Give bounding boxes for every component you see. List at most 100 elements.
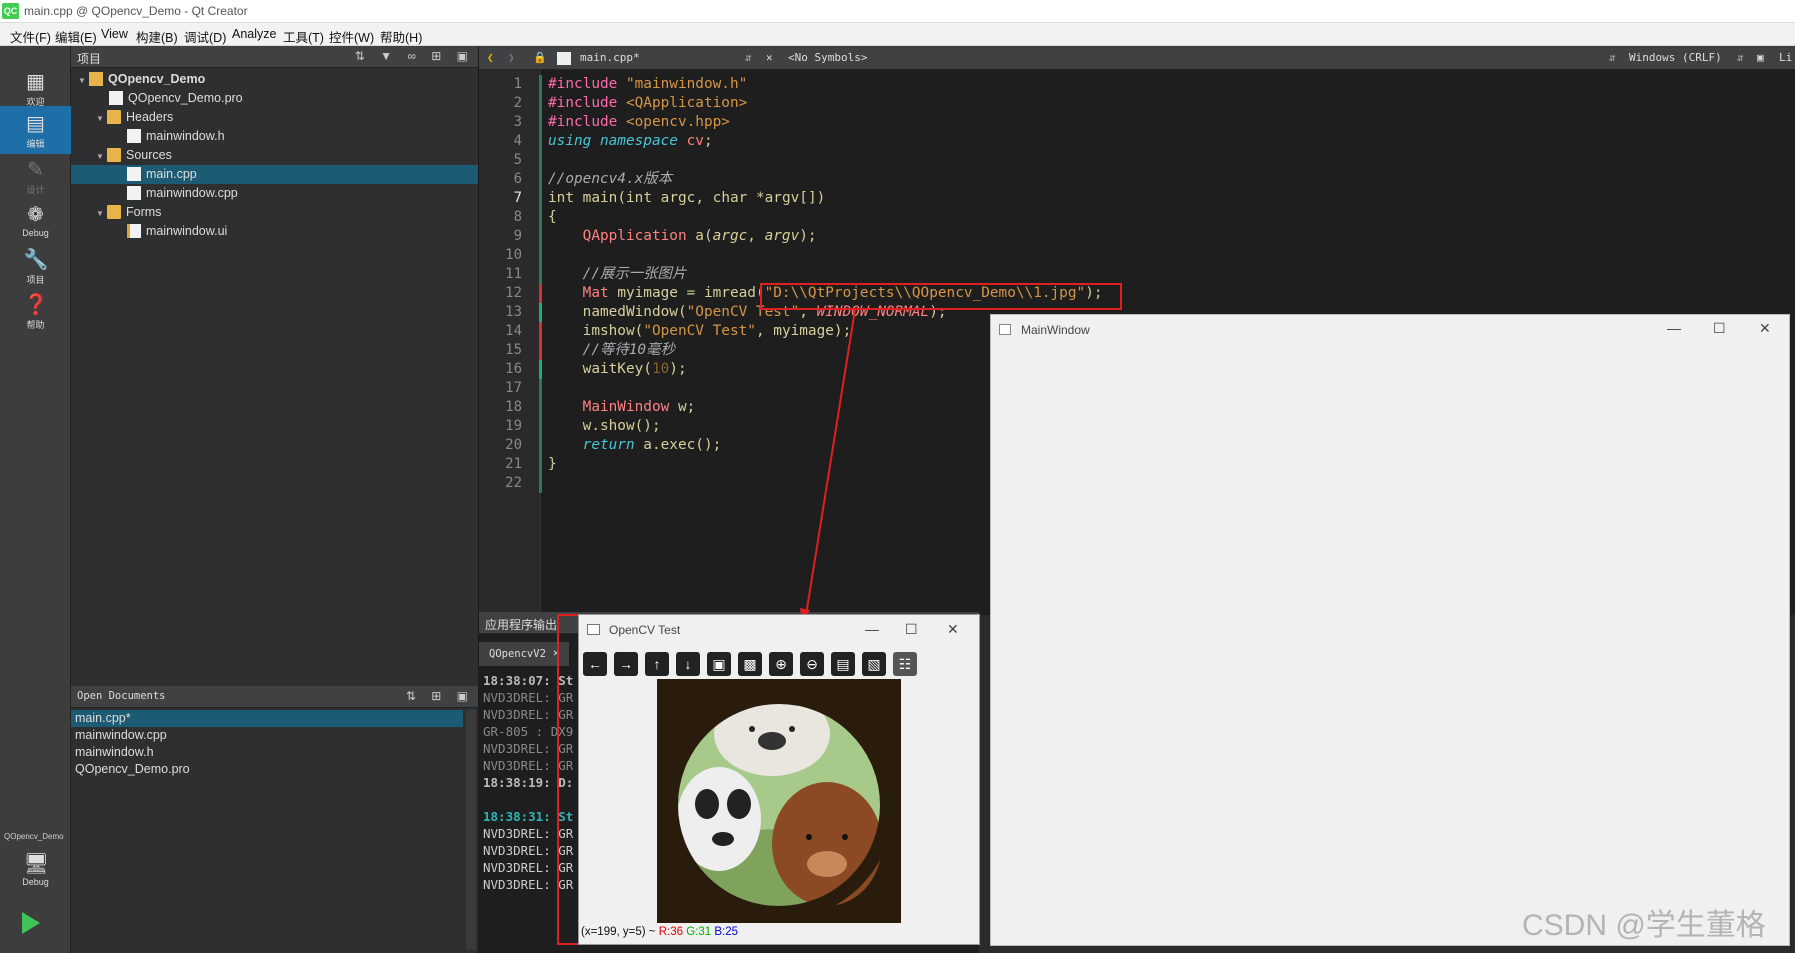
change-marker <box>539 170 542 189</box>
wrench-icon: 🔧 <box>23 249 49 271</box>
qt-creator-logo-icon: QC <box>2 3 19 19</box>
close-file-icon[interactable]: ✕ <box>766 51 773 64</box>
code-line-9: QApplication a(argc, argv); <box>582 228 817 244</box>
forward-icon[interactable]: ❯ <box>508 51 515 64</box>
menu-analyze[interactable]: Analyze <box>232 27 276 41</box>
menu-tools[interactable]: 工具(T) <box>283 27 324 46</box>
line-info: Li <box>1779 51 1793 64</box>
pro-file-icon <box>109 91 123 105</box>
tree-headers-folder[interactable]: ▼ Headers <box>93 108 173 127</box>
pan-up-icon[interactable]: ↑ <box>645 652 669 676</box>
line-number: 10 <box>505 247 522 263</box>
tree-file-main-cpp[interactable]: main.cpp <box>71 165 478 184</box>
pan-left-icon[interactable]: ← <box>583 652 607 676</box>
open-doc-mainwindow-cpp[interactable]: mainwindow.cpp <box>75 727 167 744</box>
tree-file-mainwindow-cpp[interactable]: mainwindow.cpp <box>127 184 238 203</box>
image-icon[interactable]: ▣ <box>707 652 731 676</box>
split-icon[interactable]: ⇅ ⊞ ▣ <box>406 689 474 703</box>
change-marker <box>539 455 542 474</box>
minimize-icon[interactable]: — <box>865 621 879 637</box>
window-icon <box>587 624 600 635</box>
save-icon[interactable]: ▤ <box>831 652 855 676</box>
displayed-image[interactable] <box>657 679 901 923</box>
kit-selector[interactable]: 🖥 Debug <box>0 846 71 896</box>
maximize-icon[interactable]: ☐ <box>1713 320 1726 337</box>
bug-icon: ❁ <box>27 204 44 226</box>
line-number: 11 <box>505 266 522 282</box>
change-marker <box>539 132 542 151</box>
change-marker <box>539 436 542 455</box>
change-marker <box>539 284 542 303</box>
line-number: 22 <box>505 475 522 491</box>
menu-debug[interactable]: 调试(D) <box>184 27 226 46</box>
image-copy-icon[interactable]: ▩ <box>738 652 762 676</box>
menu-help[interactable]: 帮助(H) <box>380 27 422 46</box>
tree-pro-file[interactable]: QOpencv_Demo.pro <box>109 89 243 108</box>
mode-welcome[interactable]: ▦ 欢迎 <box>0 64 71 112</box>
window-title: main.cpp @ QOpencv_Demo - Qt Creator <box>24 4 248 18</box>
pan-down-icon[interactable]: ↓ <box>676 652 700 676</box>
split-editor-icon[interactable]: ▣ <box>1757 51 1764 64</box>
filter-icon[interactable]: ⇅ ▼ ∞ ⊞ ▣ <box>355 49 474 63</box>
mode-design[interactable]: ✎ 设计 <box>0 152 71 200</box>
line-number: 18 <box>505 399 522 415</box>
file-icon <box>127 129 141 143</box>
pan-right-icon[interactable]: → <box>614 652 638 676</box>
change-marker <box>539 360 542 379</box>
maximize-icon[interactable]: ☐ <box>905 621 918 638</box>
mode-help[interactable]: ❓ 帮助 <box>0 287 71 335</box>
main-window[interactable]: MainWindow — ☐ ✕ <box>990 314 1790 946</box>
line-ending-combo[interactable]: Windows (CRLF) <box>1629 51 1722 64</box>
edit-icon: ▤ <box>26 113 45 135</box>
menu-file[interactable]: 文件(F) <box>10 27 51 46</box>
open-doc-pro[interactable]: QOpencv_Demo.pro <box>75 761 190 778</box>
symbols-combo[interactable]: <No Symbols> <box>788 51 867 64</box>
projects-panel: 项目 ⇅ ▼ ∞ ⊞ ▣ ▼ QOpencv_Demo QOpencv_Demo.… <box>71 46 479 686</box>
menu-controls[interactable]: 控件(W) <box>329 27 374 46</box>
back-icon[interactable]: ❮ <box>487 51 494 64</box>
open-doc-main-cpp[interactable]: main.cpp* <box>71 710 463 727</box>
tree-forms-folder[interactable]: ▼ Forms <box>93 203 161 222</box>
combo-arrow-icon: ⇵ <box>1737 51 1744 64</box>
change-marker <box>539 75 542 94</box>
pixel-b-value: B:25 <box>714 926 738 938</box>
change-marker <box>539 94 542 113</box>
opencv-window[interactable]: OpenCV Test — ☐ ✕ ← → ↑ ↓ ▣ ▩ ⊕ ⊖ ▤ ▧ ☷ <box>578 614 980 945</box>
change-marker <box>539 379 542 398</box>
tree-file-mainwindow-ui[interactable]: mainwindow.ui <box>127 222 227 241</box>
close-icon[interactable]: ✕ <box>947 621 959 638</box>
opencv-status-bar: (x=199, y=5) ~ R:36 G:31 B:25 <box>581 926 738 938</box>
minimize-icon[interactable]: — <box>1667 320 1681 336</box>
properties-icon[interactable]: ☷ <box>893 652 917 676</box>
tree-file-mainwindow-h[interactable]: mainwindow.h <box>127 127 225 146</box>
change-marker <box>539 265 542 284</box>
code-line-6: //opencv4.x版本 <box>548 171 673 187</box>
mode-projects[interactable]: 🔧 项目 <box>0 242 71 290</box>
run-icon[interactable] <box>22 912 40 934</box>
close-icon[interactable]: ✕ <box>1759 320 1771 337</box>
line-number: 6 <box>513 171 522 187</box>
code-line-21: } <box>548 456 557 472</box>
menu-view[interactable]: View <box>101 27 128 41</box>
line-number: 19 <box>505 418 522 434</box>
combo-arrow-icon: ⇵ <box>1609 51 1616 64</box>
mode-edit[interactable]: ▤ 编辑 <box>0 106 71 154</box>
open-doc-mainwindow-h[interactable]: mainwindow.h <box>75 744 154 761</box>
tree-project-root[interactable]: ▼ QOpencv_Demo <box>75 70 205 89</box>
line-number: 8 <box>513 209 522 225</box>
tree-sources-folder[interactable]: ▼ Sources <box>93 146 172 165</box>
line-number: 15 <box>505 342 522 358</box>
menu-edit[interactable]: 编辑(E) <box>55 27 97 46</box>
clipboard-icon[interactable]: ▧ <box>862 652 886 676</box>
code-line-7: int main(int argc, char *argv[]) <box>548 190 826 206</box>
zoom-in-icon[interactable]: ⊕ <box>769 652 793 676</box>
scrollbar[interactable] <box>466 710 476 950</box>
change-marker <box>539 341 542 360</box>
zoom-out-icon[interactable]: ⊖ <box>800 652 824 676</box>
pencil-icon: ✎ <box>27 159 44 181</box>
output-tab[interactable]: QOpencvV2 ✕ <box>479 642 569 666</box>
menu-build[interactable]: 构建(B) <box>136 27 178 46</box>
current-file-combo[interactable]: main.cpp* <box>580 51 640 64</box>
mode-debug[interactable]: ❁ Debug <box>0 197 71 245</box>
folder-icon <box>107 205 121 219</box>
